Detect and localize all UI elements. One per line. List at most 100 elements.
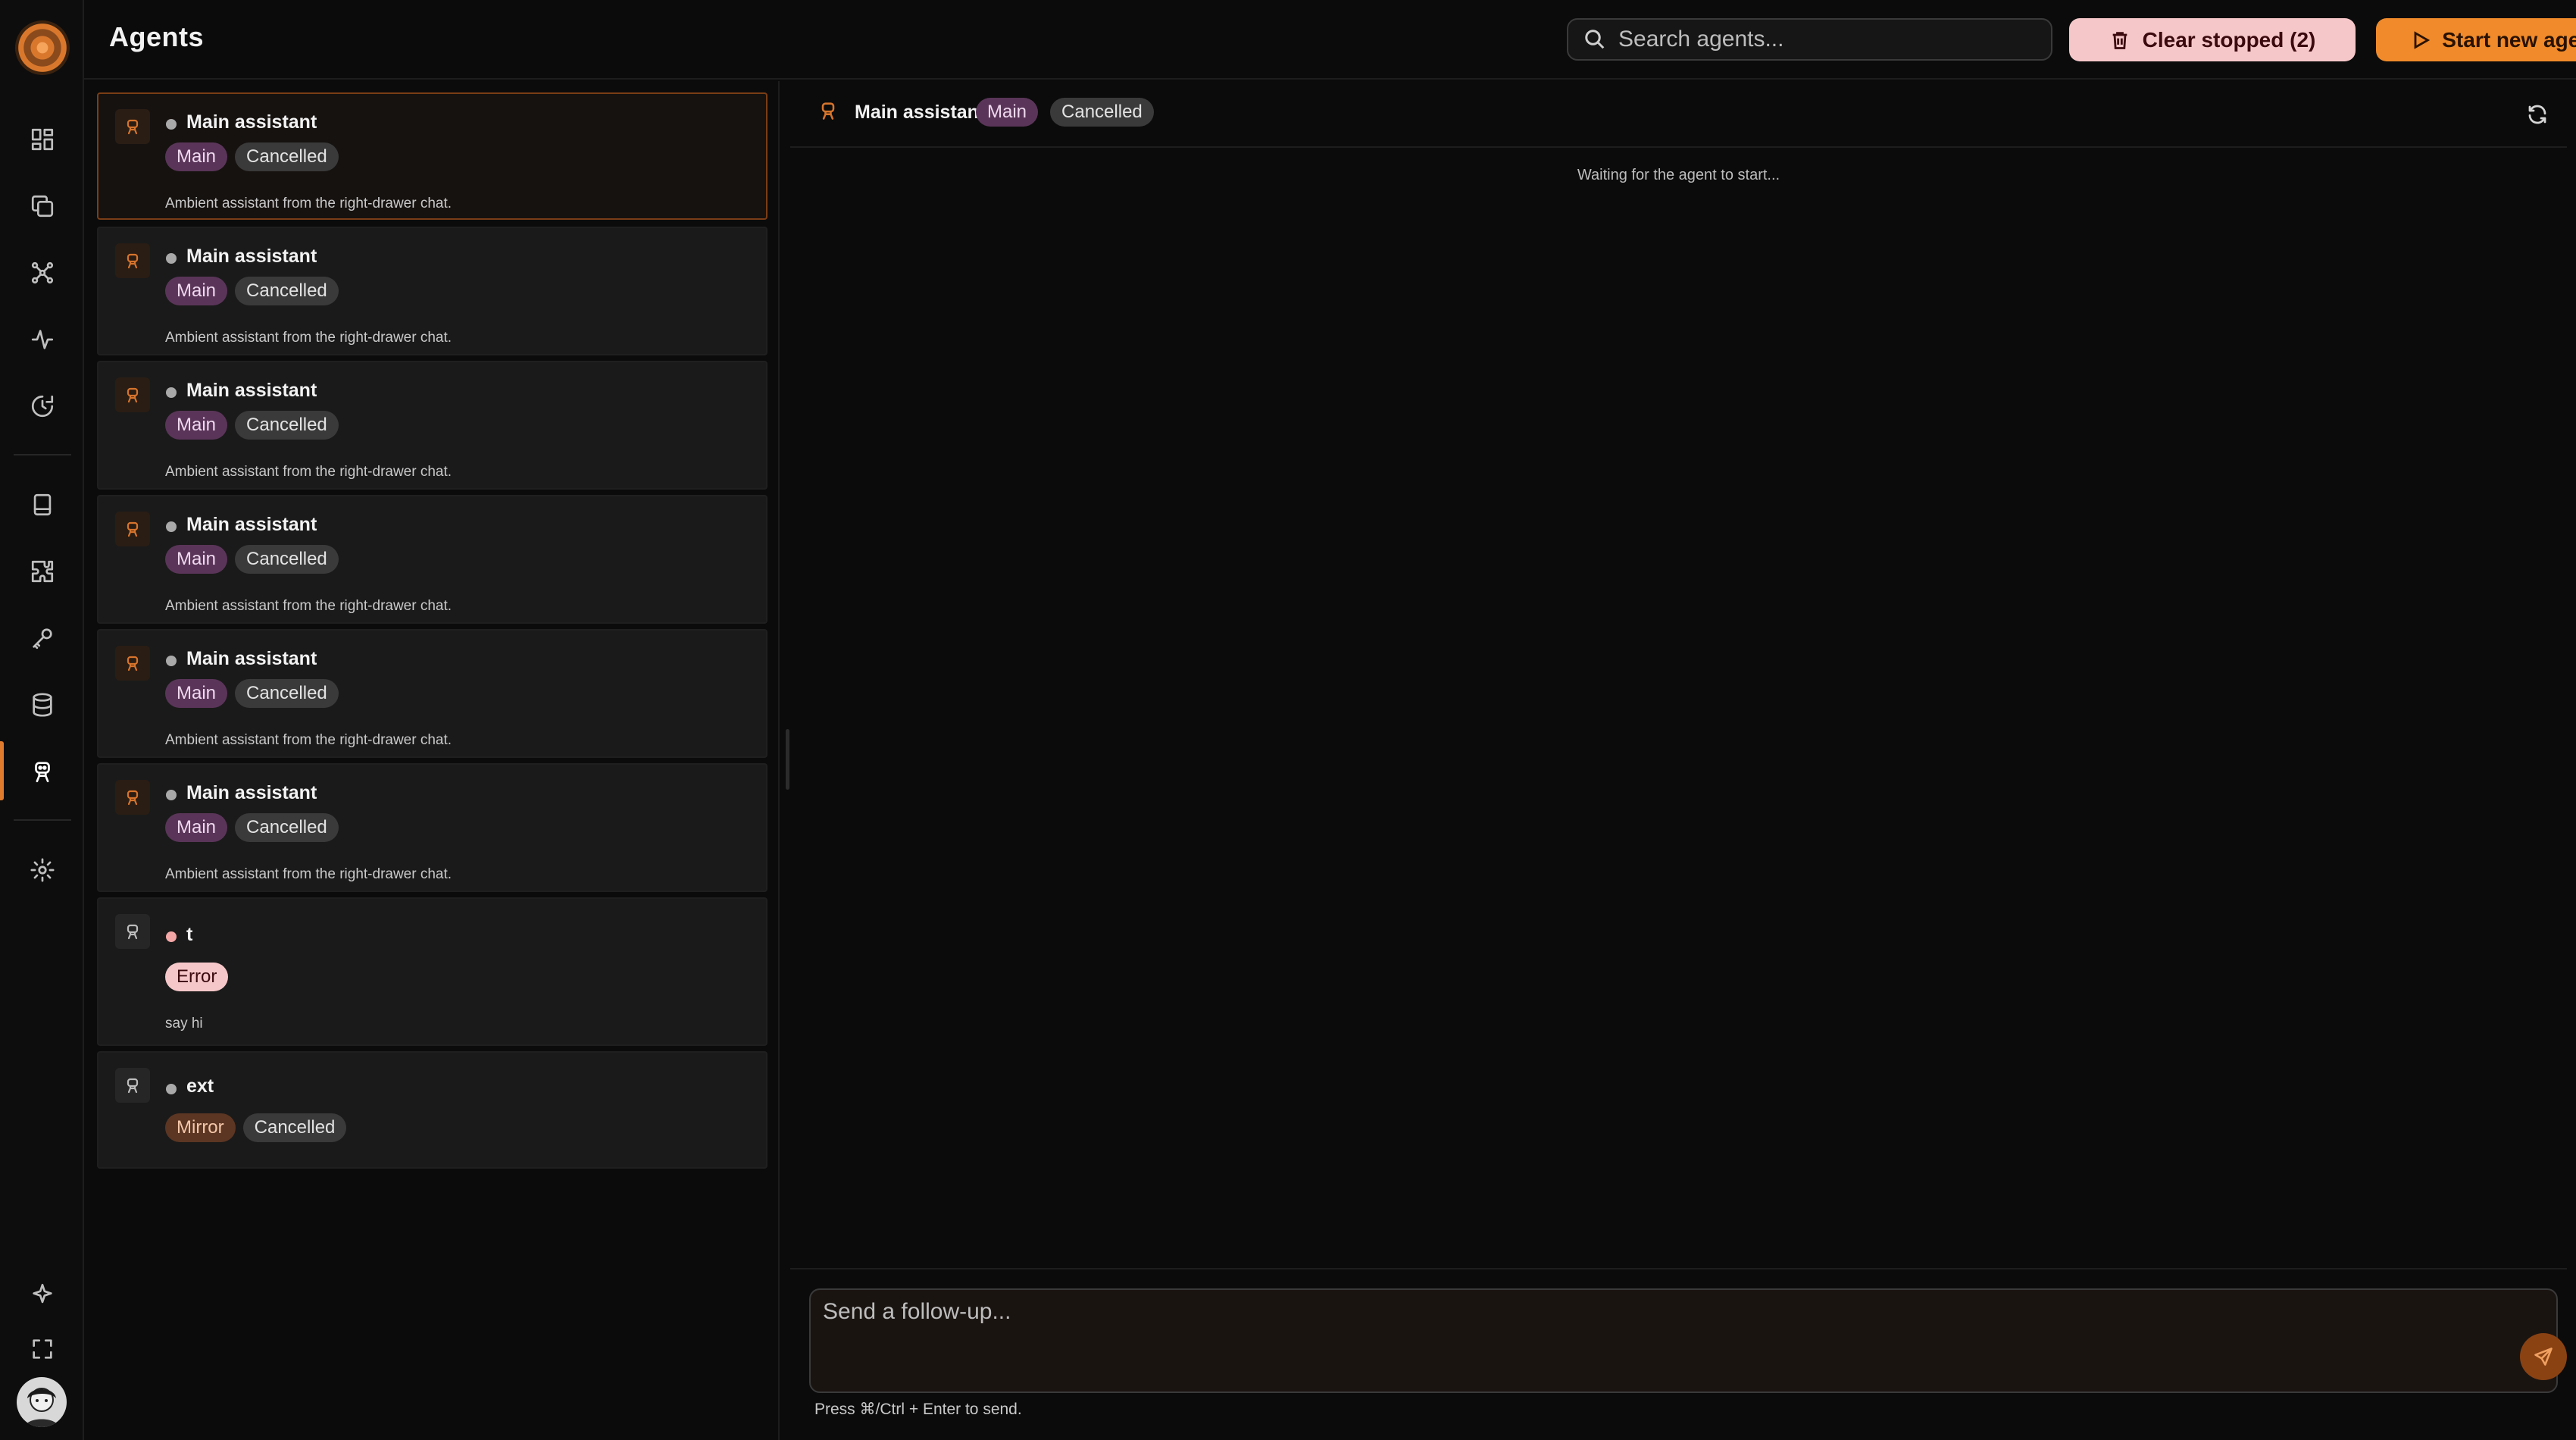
play-icon: [2414, 30, 2431, 49]
top-header: Agents Clear stopped (2) Start new agent: [84, 0, 2576, 80]
start-new-agent-label: Start new agent: [2442, 27, 2576, 52]
book-icon[interactable]: [25, 487, 60, 522]
nav-rail: [0, 0, 84, 1440]
agent-description: Ambient assistant from the right-drawer …: [165, 866, 452, 882]
role-badge: Main: [165, 142, 228, 171]
agent-name: t: [186, 924, 193, 945]
search-icon: [1585, 30, 1605, 49]
agent-name: Main assistant: [186, 782, 317, 803]
status-dot: [166, 521, 177, 532]
role-badge: Mirror: [165, 1113, 236, 1142]
agent-icon: [115, 914, 150, 949]
status-badge: Cancelled: [235, 142, 339, 171]
agent-description: Ambient assistant from the right-drawer …: [165, 598, 452, 614]
app-logo[interactable]: [15, 20, 70, 75]
history-icon[interactable]: [25, 389, 60, 424]
role-badge: Main: [165, 545, 228, 574]
status-dot: [166, 119, 177, 130]
agent-icon: [115, 109, 150, 144]
dashboard-icon[interactable]: [25, 122, 60, 157]
send-button[interactable]: [2520, 1333, 2567, 1380]
waiting-message: Waiting for the agent to start...: [1577, 167, 1780, 183]
follow-up-input[interactable]: [823, 1299, 2490, 1375]
resize-handle[interactable]: [786, 729, 789, 790]
agent-icon: [818, 100, 842, 124]
agent-card[interactable]: ext Mirror Cancelled: [97, 1051, 767, 1169]
status-dot: [166, 1084, 177, 1094]
agent-name: Main assistant: [186, 380, 317, 401]
agent-card[interactable]: Main assistant Main Cancelled Ambient ass…: [97, 92, 767, 220]
copy-icon[interactable]: [25, 189, 60, 224]
status-dot: [166, 656, 177, 666]
agent-card[interactable]: t Error say hi: [97, 897, 767, 1046]
database-icon[interactable]: [25, 687, 60, 722]
agent-card[interactable]: Main assistant Main Cancelled Ambient ass…: [97, 763, 767, 892]
agent-name: Main assistant: [186, 648, 317, 669]
send-hint: Press ⌘/Ctrl + Enter to send.: [814, 1401, 1022, 1418]
key-icon[interactable]: [25, 621, 60, 656]
clear-stopped-label: Clear stopped (2): [2142, 27, 2316, 52]
agent-icon: [115, 377, 150, 412]
settings-icon[interactable]: [25, 853, 60, 887]
status-badge: Cancelled: [235, 545, 339, 574]
avatar[interactable]: [17, 1377, 67, 1427]
role-badge: Main: [976, 98, 1039, 127]
sparkle-icon[interactable]: [25, 1277, 60, 1312]
active-indicator: [0, 741, 4, 800]
detail-header: Main assistant Main Cancelled: [790, 81, 2567, 148]
network-icon[interactable]: [25, 255, 60, 290]
clear-stopped-button[interactable]: Clear stopped (2): [2069, 18, 2356, 61]
status-badge: Cancelled: [235, 813, 339, 842]
agent-name: Main assistant: [186, 111, 317, 133]
agent-description: Ambient assistant from the right-drawer …: [165, 732, 452, 748]
status-badge: Cancelled: [242, 1113, 347, 1142]
status-dot: [166, 387, 177, 398]
status-dot: [166, 931, 177, 942]
activity-icon[interactable]: [25, 322, 60, 357]
agent-name: Main assistant: [186, 246, 317, 267]
agent-description: Ambient assistant from the right-drawer …: [165, 464, 452, 480]
status-badge: Error: [165, 963, 229, 991]
page-title: Agents: [109, 21, 205, 52]
status-dot: [166, 790, 177, 800]
detail-agent-name: Main assistant: [855, 102, 986, 123]
fullscreen-icon[interactable]: [25, 1332, 60, 1366]
agent-icon: [115, 1068, 150, 1103]
agent-icon: [115, 243, 150, 278]
agent-card[interactable]: Main assistant Main Cancelled Ambient ass…: [97, 361, 767, 490]
agent-icon: [115, 780, 150, 815]
agent-name: ext: [186, 1075, 214, 1097]
agent-name: Main assistant: [186, 514, 317, 535]
agent-icon: [115, 646, 150, 681]
role-badge: Main: [165, 679, 228, 708]
refresh-button[interactable]: [2523, 100, 2552, 129]
agent-card[interactable]: Main assistant Main Cancelled Ambient ass…: [97, 227, 767, 355]
role-badge: Main: [165, 277, 228, 305]
agent-card[interactable]: Main assistant Main Cancelled Ambient ass…: [97, 629, 767, 758]
status-badge: Cancelled: [1050, 98, 1154, 127]
agent-description: Ambient assistant from the right-drawer …: [165, 330, 452, 346]
agent-description: Ambient assistant from the right-drawer …: [165, 196, 452, 211]
rail-divider: [14, 454, 71, 455]
puzzle-icon[interactable]: [25, 554, 60, 589]
composer-box: [809, 1288, 2567, 1393]
agent-detail-panel: Main assistant Main Cancelled Waiting fo…: [781, 81, 2576, 1440]
role-badge: Main: [165, 813, 228, 842]
start-new-agent-button[interactable]: Start new agent: [2376, 18, 2576, 61]
status-badge: Cancelled: [235, 679, 339, 708]
agent-description: say hi: [165, 1016, 203, 1031]
status-badge: Cancelled: [235, 277, 339, 305]
status-badge: Cancelled: [235, 411, 339, 440]
search-box[interactable]: [1567, 18, 2052, 61]
refresh-icon: [2528, 105, 2546, 124]
role-badge: Main: [165, 411, 228, 440]
agent-icon: [115, 512, 150, 546]
send-icon: [2534, 1348, 2553, 1366]
status-dot: [166, 253, 177, 264]
composer-divider: [790, 1268, 2567, 1269]
agent-icon[interactable]: [25, 754, 60, 789]
trash-icon: [2112, 31, 2127, 49]
search-input[interactable]: [1618, 27, 2027, 52]
rail-divider: [14, 819, 71, 821]
agent-card[interactable]: Main assistant Main Cancelled Ambient ass…: [97, 495, 767, 624]
